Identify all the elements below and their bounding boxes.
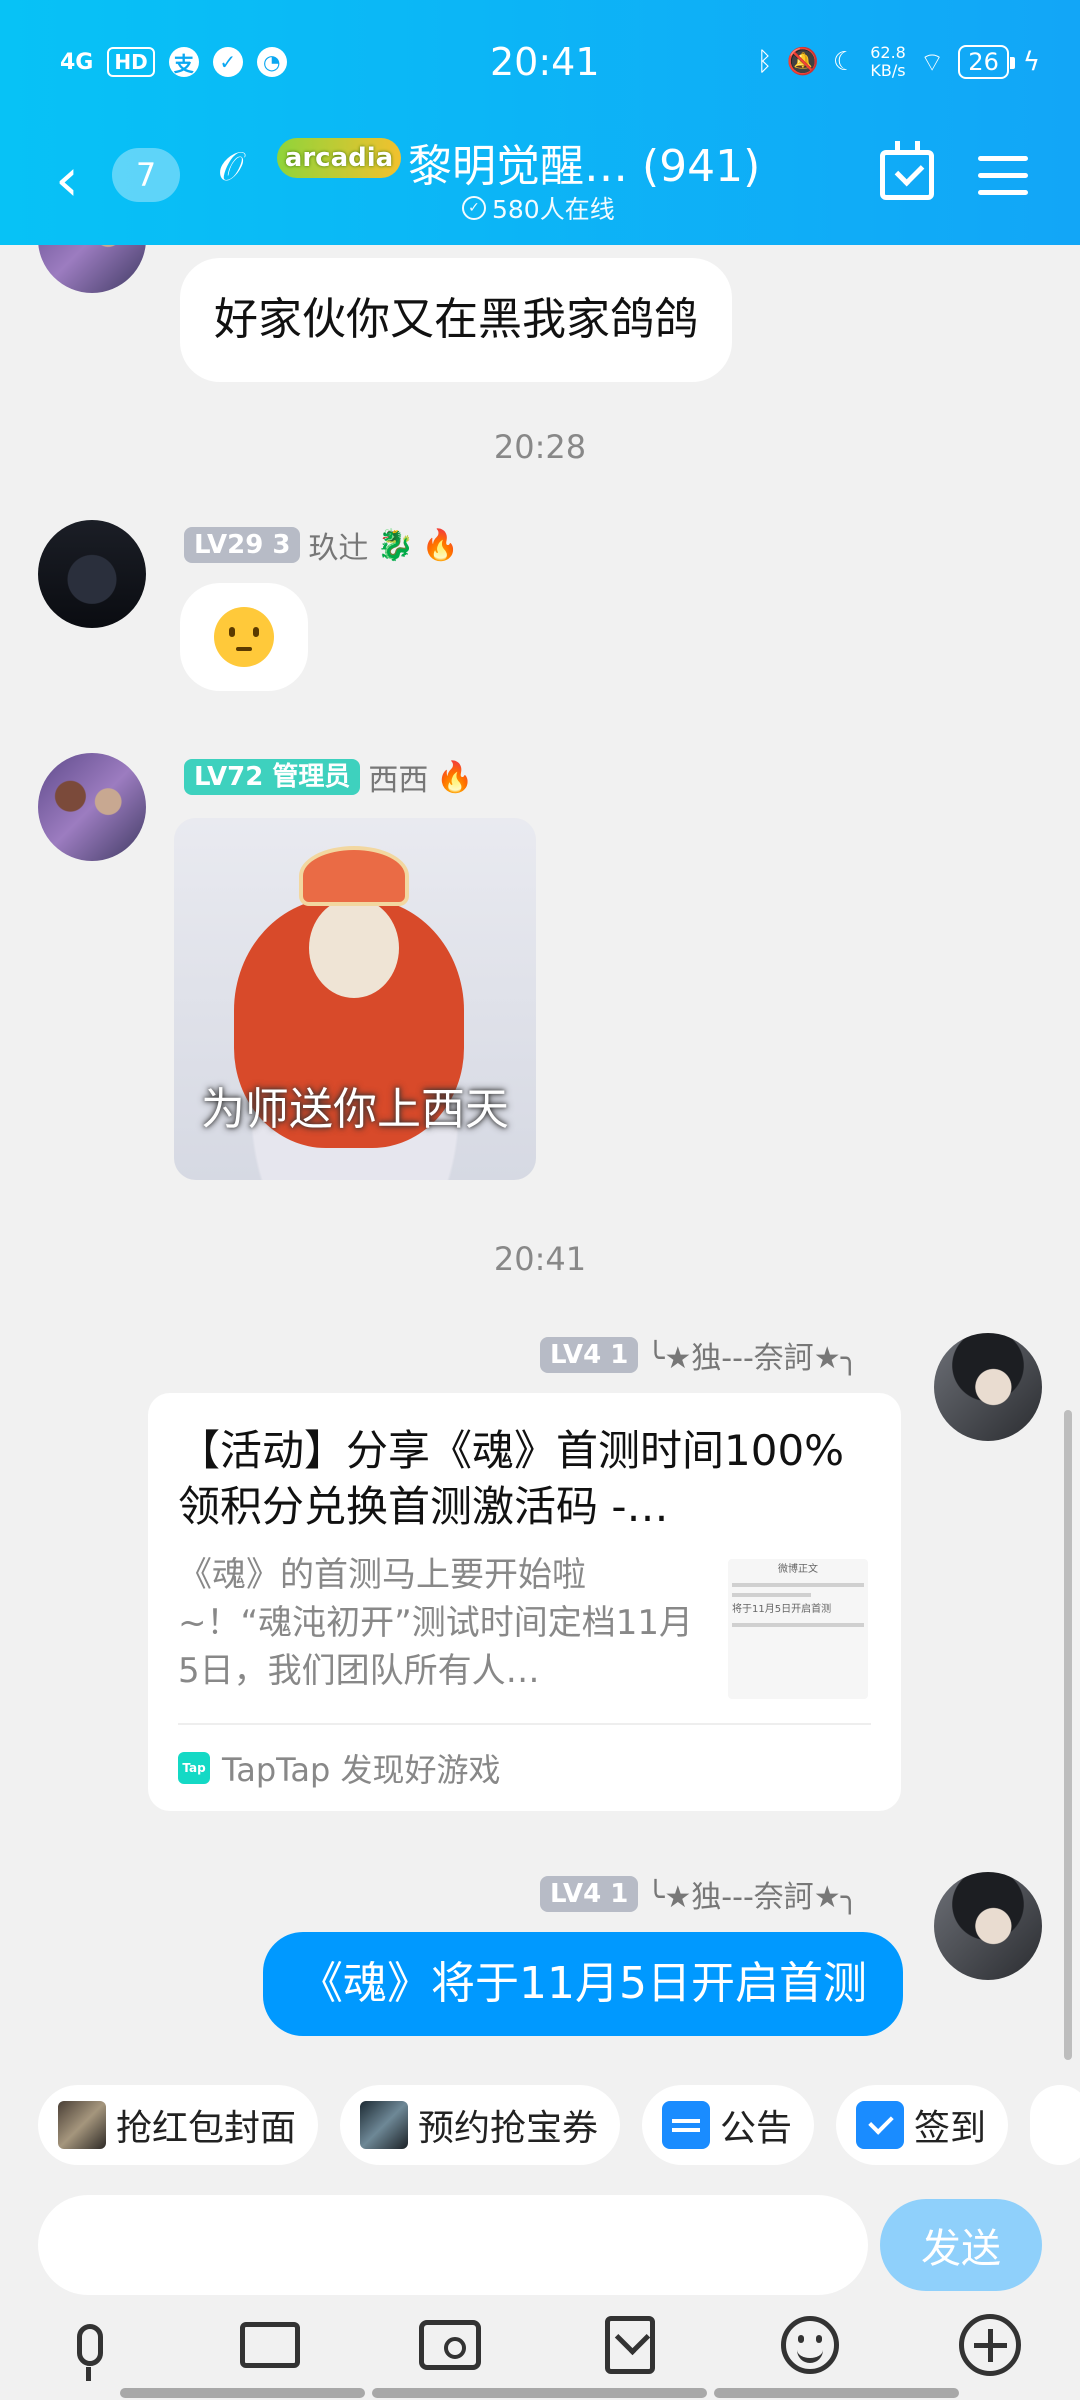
level-badge: LV4 1 [540,1876,639,1912]
card-title: 【活动】分享《魂》首测时间100%领积分兑换首测激活码 -… [178,1426,845,1531]
speed-value: 62.8 [870,43,906,62]
arcadia-logo: arcadia [277,138,401,178]
avatar[interactable] [38,245,146,293]
fire-icon: 🔥 [421,527,460,563]
album-icon[interactable] [595,2310,665,2380]
role-label: 管理员 [272,762,351,792]
sender-meta: LV72 管理员 西西 🔥 [184,755,474,799]
home-indicator [714,2388,959,2398]
sender-meta: LV4 1 ╰★独---奈訶★╮ [540,1872,859,1916]
sender-name[interactable]: ╰★独---奈訶★╮ [646,1333,858,1377]
online-check-icon: ✓ [462,196,486,220]
message-bubble[interactable]: 好家伙你又在黑我家鸽鸽 [180,258,732,382]
camera-icon[interactable] [415,2310,485,2380]
quick-action-reserve[interactable]: 预约抢宝券 [340,2085,621,2165]
message-bubble[interactable]: 《魂》将于11月5日开启首测 [263,1932,903,2036]
quick-action-notice[interactable]: 公告 [642,2085,815,2165]
avatar[interactable] [38,520,146,628]
quick-action-more[interactable] [1030,2085,1080,2165]
menu-icon[interactable] [978,156,1028,196]
bluetooth-icon: ᛒ [756,47,773,77]
card-thumbnail: 微博正文 将于11月5日开启首测 [728,1559,868,1699]
card-divider [178,1723,871,1725]
home-indicator [120,2388,365,2398]
gauge-icon: ◔ [256,47,287,77]
input-row: 发送 [0,2195,1080,2295]
level-badge: LV4 1 [540,1337,639,1373]
level-label: LV72 [194,762,264,792]
charging-icon: ϟ [1022,47,1040,77]
chip-label: 公告 [720,2108,793,2149]
quick-action-checkin[interactable]: 签到 [836,2085,1009,2165]
emoji-icon[interactable] [775,2310,845,2380]
check-icon: ✓ [212,47,243,77]
plus-icon[interactable] [955,2310,1025,2380]
back-arrow-icon[interactable]: ‹ [55,150,79,210]
sticker-image[interactable]: 为师送你上西天 [174,818,536,1180]
mute-icon: 🔕 [786,47,819,77]
network-indicator: 4G [60,49,94,75]
status-bar: 4G HD 支 ✓ ◔ 20:41 ᛒ 🔕 ☾ 62.8 KB/s ⌔ 26 ϟ [60,32,1040,92]
level-badge: LV29 3 [184,527,301,563]
game-cover-icon [58,2101,106,2149]
online-count: ✓ 580人在线 [462,190,615,226]
online-count-label: 580人在线 [492,195,615,224]
bottom-toolbar [0,2300,1080,2390]
wifi-icon: ⌔ [919,47,945,78]
sender-meta: LV4 1 ╰★独---奈訶★╮ [540,1333,859,1377]
notice-icon [662,2101,711,2149]
thumb-line: 将于11月5日开启首测 [732,1604,832,1615]
message-bubble[interactable] [180,583,308,691]
chip-label: 抢红包封面 [116,2108,297,2149]
card-source-label: TapTap 发现好游戏 [222,1751,501,1789]
moon-icon: ☾ [832,47,857,77]
chip-label: 签到 [914,2108,987,2149]
quick-action-red-packet[interactable]: 抢红包封面 [38,2085,319,2165]
nav-bar: ‹ 7 𝒪 arcadia 黎明觉醒… (941) ✓ 580人在线 [0,130,1080,230]
hd-indicator: HD [107,47,155,77]
fire-icon: 🔥 [436,759,474,795]
avatar[interactable] [38,753,146,861]
mic-icon[interactable] [55,2310,125,2381]
time-separator: 20:41 [493,1240,587,1278]
battery-indicator: 26 [958,45,1015,79]
avatar[interactable] [934,1333,1042,1441]
sender-name[interactable]: ╰★独---奈訶★╮ [646,1872,858,1916]
speed-unit: KB/s [870,61,906,80]
ear-icon[interactable]: 𝒪 [218,144,243,190]
card-source: Tap TapTap 发现好游戏 [178,1745,501,1791]
home-indicator [372,2388,707,2398]
send-button[interactable]: 发送 [880,2199,1042,2291]
group-title[interactable]: 黎明觉醒… (941) [408,130,760,194]
calendar-check-icon[interactable] [880,141,934,200]
angry-face-icon [214,607,274,667]
dragon-badge-icon: 🐉 [376,527,414,563]
scrollbar[interactable] [1064,1410,1072,2060]
app-header: 4G HD 支 ✓ ◔ 20:41 ᛒ 🔕 ☾ 62.8 KB/s ⌔ 26 ϟ… [0,0,1080,245]
time-separator: 20:28 [493,428,587,466]
level-badge: LV72 管理员 [184,759,361,795]
unread-count-badge[interactable]: 7 [112,148,180,202]
thumb-title: 微博正文 [778,1564,818,1575]
chat-area[interactable]: 好家伙你又在黑我家鸽鸽 20:28 LV29 3 玖辻 🐉 🔥 LV72 管理员… [0,245,1080,2065]
card-description: 《魂》的首测马上要开始啦~！“魂沌初开”测试时间定档11月5日，我们团队所有人… [178,1555,693,1691]
sender-meta: LV29 3 玖辻 🐉 🔥 [184,523,459,567]
chip-label: 预约抢宝券 [418,2108,599,2149]
quick-actions-bar: 抢红包封面 预约抢宝券 公告 签到 [0,2065,1080,2185]
sender-name[interactable]: 玖辻 [308,523,368,567]
taptap-icon: Tap [178,1752,210,1784]
cast-icon[interactable] [235,2310,305,2380]
sender-name[interactable]: 西西 [368,755,428,799]
network-speed: 62.8 KB/s [870,44,906,80]
message-input[interactable] [38,2195,868,2295]
avatar[interactable] [934,1872,1042,1980]
link-card[interactable]: 【活动】分享《魂》首测时间100%领积分兑换首测激活码 -… 《魂》的首测马上要… [148,1393,901,1811]
game-cover-icon [360,2101,409,2149]
clock: 20:41 [490,40,600,84]
sticker-caption: 为师送你上西天 [201,1084,509,1135]
checkin-icon [856,2101,905,2149]
alipay-icon: 支 [168,47,199,77]
